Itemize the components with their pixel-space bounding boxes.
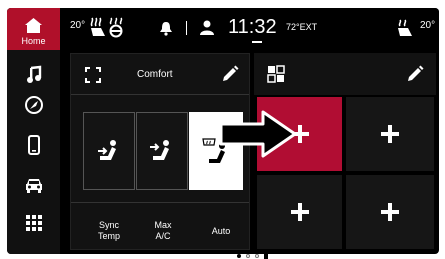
widget-layout-icon[interactable] bbox=[267, 65, 285, 83]
airflow-seat-icon bbox=[98, 140, 116, 160]
plus-icon bbox=[290, 203, 309, 221]
panel-divider bbox=[71, 94, 249, 95]
edit-pencil-icon[interactable] bbox=[221, 65, 239, 83]
apps-button[interactable] bbox=[7, 208, 60, 238]
status-divider bbox=[186, 21, 187, 35]
car-icon bbox=[25, 179, 42, 193]
controls-divider bbox=[71, 202, 249, 203]
compass-icon bbox=[24, 96, 43, 114]
vehicle-button[interactable] bbox=[7, 170, 60, 200]
heated-steering-wheel-icon[interactable] bbox=[106, 16, 126, 38]
clock: 11:32 bbox=[228, 16, 277, 38]
drag-arrow-icon bbox=[219, 110, 297, 158]
panel-title: Comfort bbox=[137, 69, 173, 80]
navigation-button[interactable] bbox=[7, 90, 60, 120]
media-button[interactable] bbox=[7, 60, 60, 90]
exterior-temp: 72°EXT bbox=[286, 22, 318, 32]
phone-button[interactable] bbox=[7, 130, 60, 160]
edit-tiles-pencil-icon[interactable] bbox=[406, 65, 424, 83]
add-tile-2[interactable] bbox=[346, 97, 434, 171]
fullscreen-icon[interactable] bbox=[85, 67, 101, 83]
driver-temp[interactable]: 20° bbox=[70, 20, 85, 31]
heated-steering-wheel-passenger-icon[interactable] bbox=[396, 18, 416, 38]
airflow-face-button[interactable] bbox=[136, 112, 188, 190]
page-dot[interactable] bbox=[255, 254, 259, 258]
passenger-temp[interactable]: 20° bbox=[420, 20, 435, 31]
home-button[interactable]: Home bbox=[7, 8, 60, 50]
screen: Home 20° 11:32 72°EXT 20° Comfort Sync T… bbox=[0, 0, 445, 259]
music-note-icon bbox=[26, 65, 41, 83]
plus-icon bbox=[381, 203, 399, 221]
add-tile-3[interactable] bbox=[257, 175, 342, 249]
tiles-header bbox=[254, 53, 436, 95]
airflow-face-feet-button[interactable] bbox=[83, 112, 135, 190]
user-profile-icon[interactable] bbox=[200, 20, 214, 35]
home-label: Home bbox=[21, 36, 46, 46]
page-indicator bbox=[235, 252, 275, 259]
page-dot[interactable] bbox=[237, 254, 241, 258]
sync-temp-button[interactable]: Sync Temp bbox=[89, 220, 129, 242]
page-dot[interactable] bbox=[246, 254, 250, 258]
plus-icon bbox=[381, 125, 399, 143]
heated-seat-icon[interactable] bbox=[88, 16, 108, 38]
auto-button[interactable]: Auto bbox=[201, 226, 241, 237]
sidebar: Home bbox=[7, 8, 60, 254]
add-tile-4[interactable] bbox=[346, 175, 434, 249]
bell-icon[interactable] bbox=[159, 21, 173, 36]
phone-icon bbox=[27, 135, 40, 155]
status-bar: 20° 11:32 72°EXT 20° bbox=[60, 8, 439, 48]
max-ac-button[interactable]: Max A/C bbox=[143, 220, 183, 242]
airflow-face-icon bbox=[150, 140, 169, 160]
display-frame: Home 20° 11:32 72°EXT 20° Comfort Sync T… bbox=[7, 8, 439, 254]
drag-handle[interactable] bbox=[252, 41, 262, 43]
page-dot-active[interactable] bbox=[264, 253, 268, 259]
apps-grid-icon bbox=[25, 215, 42, 231]
